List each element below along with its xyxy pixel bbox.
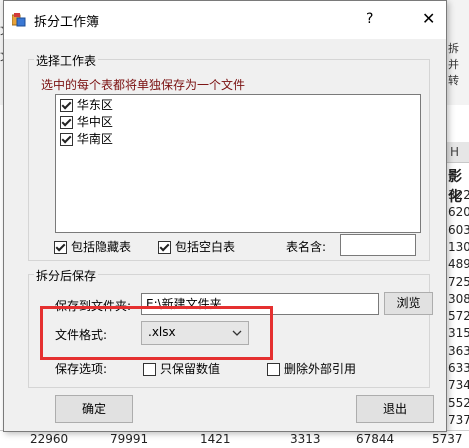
remove-links-label: 删除外部引用	[284, 362, 357, 376]
ok-button[interactable]: 确定	[55, 395, 133, 423]
cell[interactable]: 308	[448, 292, 469, 306]
cell[interactable]: 5737	[432, 432, 463, 446]
cell[interactable]: 737	[448, 413, 469, 427]
include-blank-option[interactable]: 包括空白表	[158, 238, 235, 255]
close-button[interactable]: ✕	[422, 9, 435, 28]
sheet-name-filter-label: 表名含:	[286, 240, 327, 254]
include-blank-label: 包括空白表	[175, 240, 236, 254]
save-options-label: 保存选项:	[55, 362, 108, 376]
sheet-checkbox[interactable]	[60, 116, 73, 129]
cell[interactable]: 725	[448, 275, 469, 289]
help-button[interactable]: ?	[366, 11, 373, 27]
cell[interactable]: 620	[448, 205, 469, 219]
info-text: 选中的每个表都将单独保存为一个文件	[41, 78, 246, 92]
sheet-checkbox[interactable]	[60, 133, 73, 146]
remove-links-checkbox[interactable]	[267, 363, 280, 376]
cell[interactable]: 363	[448, 344, 469, 358]
sheet-item[interactable]: 华中区	[60, 114, 113, 131]
keep-values-option[interactable]: 只保留数值	[143, 360, 220, 377]
cell[interactable]: 572	[448, 309, 469, 323]
cell[interactable]: 603	[448, 223, 469, 237]
select-sheets-group-title: 选择工作表	[34, 52, 99, 69]
dialog-titlebar[interactable]: 拆分工作簿 ? ✕	[4, 1, 446, 39]
cell[interactable]: 67844	[356, 432, 394, 446]
cell[interactable]: 489	[448, 257, 469, 271]
exit-button[interactable]: 退出	[356, 395, 434, 423]
cell[interactable]: 79991	[110, 432, 148, 446]
cell[interactable]: 3313	[290, 432, 321, 446]
dialog-title: 拆分工作簿	[34, 15, 100, 30]
sheet-name: 华中区	[76, 115, 113, 129]
include-hidden-label: 包括隐藏表	[71, 240, 132, 254]
cell[interactable]: 22960	[30, 432, 68, 446]
include-blank-checkbox[interactable]	[158, 241, 171, 254]
sheet-item[interactable]: 华南区	[60, 131, 113, 148]
highlight-box	[40, 306, 273, 360]
include-hidden-checkbox[interactable]	[54, 241, 67, 254]
spreadsheet-bottom-row: 22960 79991 1421 3313 67844 5737	[0, 430, 469, 448]
remove-links-option[interactable]: 删除外部引用	[267, 360, 356, 377]
cell[interactable]: 633	[448, 361, 469, 375]
app-icon	[12, 13, 26, 27]
sheet-name: 华东区	[76, 98, 113, 112]
split-workbook-dialog: 拆分工作簿 ? ✕ 选择工作表 选中的每个表都将单独保存为一个文件 华东区 华中…	[3, 0, 447, 432]
sheet-item[interactable]: 华东区	[60, 97, 113, 114]
after-split-group-title: 拆分后保存	[34, 267, 99, 284]
cell[interactable]: 322	[448, 188, 469, 202]
include-hidden-option[interactable]: 包括隐藏表	[54, 238, 131, 255]
cell[interactable]: 1421	[200, 432, 231, 446]
keep-values-checkbox[interactable]	[143, 363, 156, 376]
sheet-listbox[interactable]: 华东区 华中区 华南区	[55, 94, 421, 233]
cell[interactable]: 734	[448, 378, 469, 392]
sheet-name: 华南区	[76, 132, 113, 146]
browse-button[interactable]: 浏览	[384, 292, 433, 315]
cell[interactable]: 552	[448, 396, 469, 410]
keep-values-label: 只保留数值	[160, 362, 221, 376]
sheet-checkbox[interactable]	[60, 99, 73, 112]
cell[interactable]: 130	[448, 240, 469, 254]
cell[interactable]: 315	[448, 326, 469, 340]
ribbon-fragment-split: 拆并转	[448, 42, 459, 87]
sheet-name-filter-input[interactable]	[340, 234, 416, 256]
